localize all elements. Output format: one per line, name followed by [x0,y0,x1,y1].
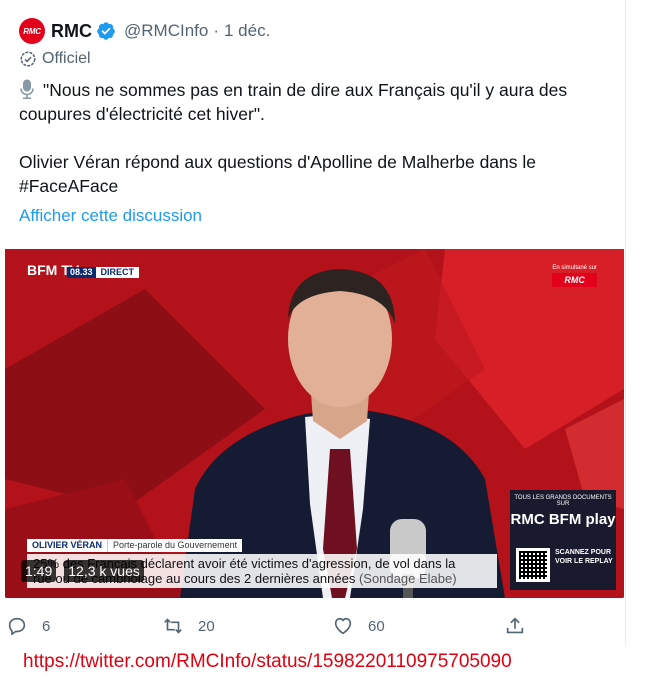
tweet-actions: 6 20 60 [0,615,626,641]
video-views: 12,3 k vues [64,560,144,582]
official-check-icon [20,51,36,67]
tweet-text: "Nous ne sommes pas en train de dire aux… [19,78,619,198]
separator-dot: · [213,21,219,40]
lower-third: OLIVIER VÉRAN Porte-parole du Gouverneme… [27,539,243,552]
video-duration: 1:49 [21,560,57,582]
share-icon [506,617,524,634]
like-icon [334,617,352,635]
guest-name: OLIVIER VÉRAN [27,539,108,552]
microphone-icon [20,79,34,99]
reply-icon [8,617,26,636]
retweet-button[interactable]: 20 [162,615,215,637]
handle[interactable]: @RMCInfo [124,21,208,41]
tweet-text-line-2: coupures d'électricité cet hiver". [19,104,265,124]
tweet-text-line: "Nous ne sommes pas en train de dire aux… [19,78,619,102]
clock: 08.33 [67,267,96,278]
hashtag[interactable]: #FaceAFace [19,174,619,198]
reply-button[interactable]: 6 [6,615,50,637]
video-info: 1:49 12,3 k vues [21,560,144,582]
live-label: DIRECT [95,267,140,278]
qr-code [516,548,550,582]
official-label: Officiel [19,50,91,68]
like-count: 60 [368,617,385,635]
retweet-icon [164,618,182,634]
display-name[interactable]: RMC [51,21,92,42]
avatar-text: RMC [23,26,41,36]
tweet-text-line-1: "Nous ne sommes pas en train de dire aux… [43,80,568,100]
avatar[interactable]: RMC [19,18,45,44]
verified-badge-icon [97,22,115,40]
video-player[interactable]: BFM TV. 08.33 DIRECT En simultané sur RM… [5,249,624,598]
live-badge: 08.33 DIRECT [67,267,140,278]
ticker-source: (Sondage Elabe) [358,571,457,586]
simulcast-brand: RMC [552,273,597,287]
retweet-count: 20 [198,617,215,635]
tweet-text-gap [19,126,619,150]
promo-top: TOUS LES GRANDS DOCUMENTS SUR [514,495,612,507]
share-button[interactable] [504,615,526,637]
source-url: https://twitter.com/RMCInfo/status/15982… [23,651,512,672]
tweet-date[interactable]: 1 déc. [224,21,270,41]
reply-count: 6 [42,617,51,635]
promo-cta: SCANNEZ POUR VOIR LE REPLAY [555,549,613,565]
simulcast-badge: En simultané sur RMC [552,265,597,287]
tweet-text-line-3: Olivier Véran répond aux questions d'Apo… [19,152,536,172]
replay-promo: TOUS LES GRANDS DOCUMENTS SUR RMC BFM pl… [510,490,616,590]
promo-brand: RMC BFM play [510,511,616,528]
show-thread-link[interactable]: Afficher cette discussion [19,206,202,226]
simulcast-label: En simultané sur [552,265,597,271]
like-button[interactable]: 60 [332,615,385,637]
tweet-header: RMC RMC @RMCInfo · 1 déc. [19,18,270,44]
guest-role: Porte-parole du Gouvernement [107,539,243,552]
official-text: Officiel [42,50,91,67]
tweet-card: RMC RMC @RMCInfo · 1 déc. Officiel "Nous… [0,0,626,645]
